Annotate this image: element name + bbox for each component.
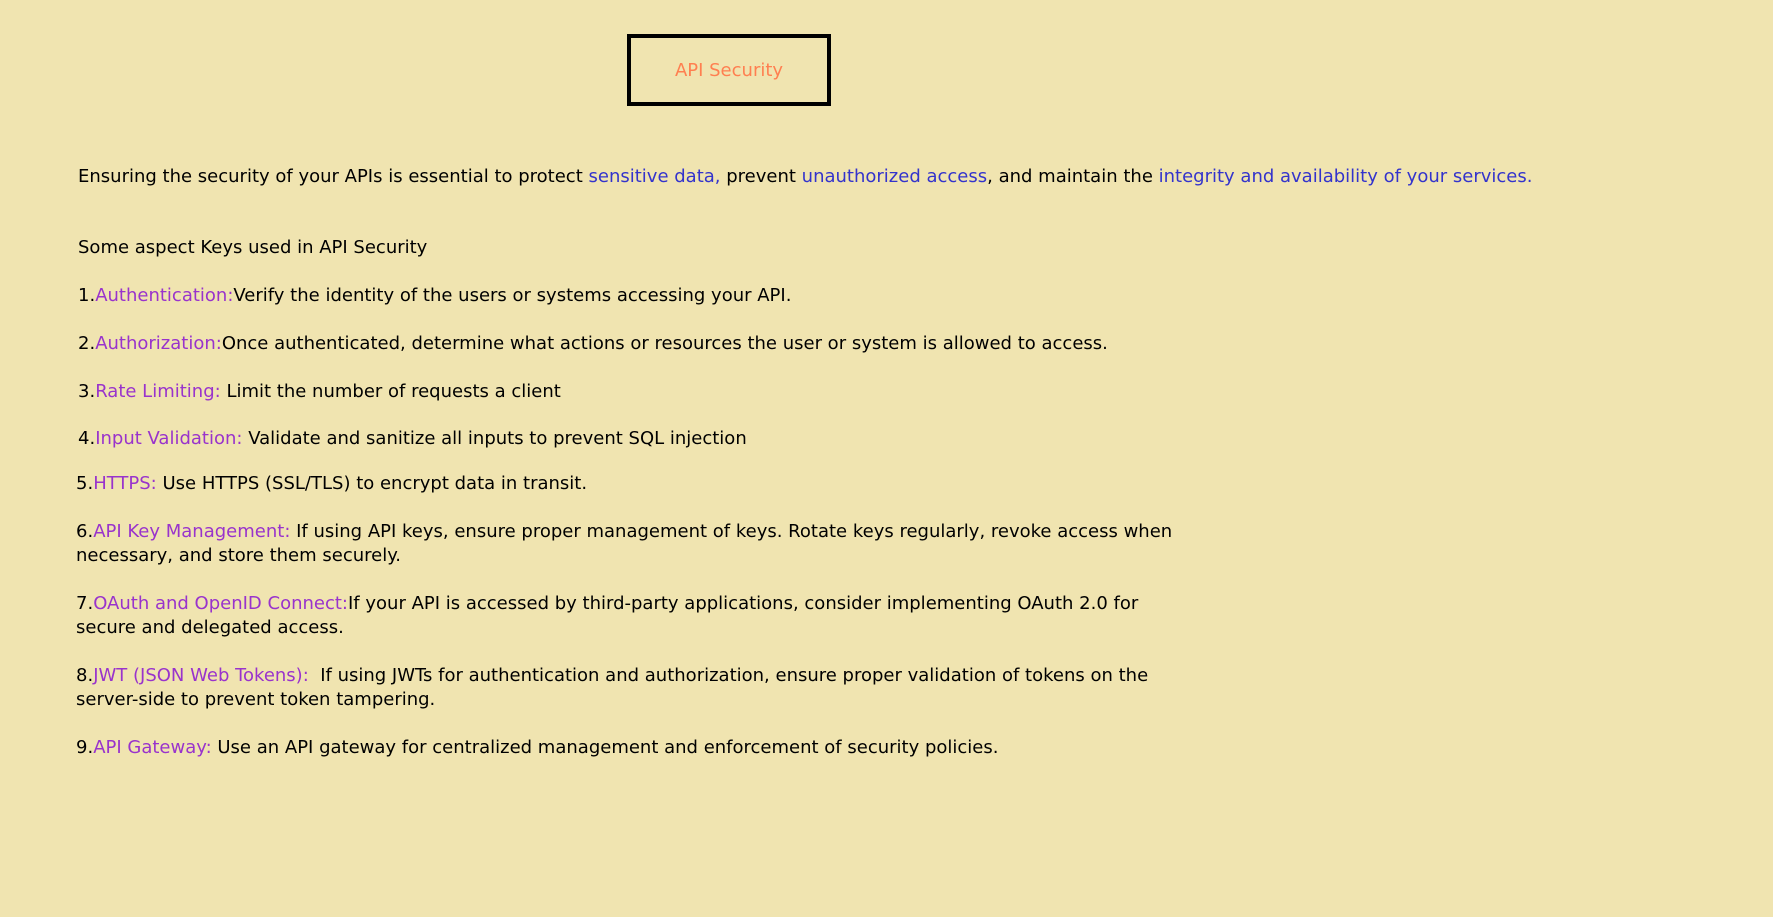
item-number: 6. — [76, 521, 94, 542]
item-description: If using API keys, ensure proper managem… — [290, 521, 1173, 542]
item-number: 3. — [78, 381, 96, 402]
intro-paragraph: Ensuring the security of your APIs is es… — [78, 165, 1532, 189]
item-term: Authorization: — [95, 333, 222, 354]
list-item-api-gateway: 9.API Gateway: Use an API gateway for ce… — [76, 736, 998, 760]
list-item-continuation: server-side to prevent token tampering. — [76, 689, 436, 710]
item-number: 8. — [76, 665, 94, 686]
item-term: Rate Limiting: — [95, 381, 221, 402]
item-description: If using JWTs for authentication and aut… — [308, 665, 1149, 686]
intro-text-2: prevent — [720, 166, 802, 187]
list-item-jwt: 8.JWT (JSON Web Tokens): If using JWTs f… — [76, 664, 1148, 688]
item-number: 4. — [78, 428, 96, 449]
page-title: API Security — [674, 59, 784, 81]
intro-highlight-integrity: integrity and availability of your servi… — [1158, 166, 1533, 187]
item-description: Verify the identity of the users or syst… — [233, 285, 792, 306]
item-number: 1. — [78, 285, 96, 306]
intro-text-1: Ensuring the security of your APIs is es… — [78, 166, 589, 187]
item-description: Validate and sanitize all inputs to prev… — [242, 428, 747, 449]
item-description: Use HTTPS (SSL/TLS) to encrypt data in t… — [156, 473, 588, 494]
list-item-authentication: 1.Authentication:Verify the identity of … — [78, 284, 791, 308]
intro-highlight-sensitive-data: sensitive data, — [588, 166, 721, 187]
intro-highlight-unauthorized-access: unauthorized access — [801, 166, 988, 187]
item-number: 9. — [76, 737, 94, 758]
list-item-rate-limiting: 3.Rate Limiting: Limit the number of req… — [78, 380, 561, 404]
list-item-authorization: 2.Authorization:Once authenticated, dete… — [78, 332, 1108, 356]
subheading: Some aspect Keys used in API Security — [78, 237, 428, 258]
item-description: Once authenticated, determine what actio… — [221, 333, 1108, 354]
intro-text-3: , and maintain the — [987, 166, 1159, 187]
item-term: Authentication: — [95, 285, 234, 306]
list-item-https: 5.HTTPS: Use HTTPS (SSL/TLS) to encrypt … — [76, 472, 587, 496]
item-number: 5. — [76, 473, 94, 494]
title-box: API Security — [627, 34, 831, 106]
item-term: Input Validation: — [95, 428, 243, 449]
item-term: OAuth and OpenID Connect: — [93, 593, 348, 614]
item-description: Limit the number of requests a client — [220, 381, 561, 402]
item-description: If your API is accessed by third-party a… — [348, 593, 1139, 614]
list-item-api-key-management: 6.API Key Management: If using API keys,… — [76, 520, 1172, 544]
item-term: JWT (JSON Web Tokens): — [93, 665, 309, 686]
item-term: HTTPS: — [93, 473, 157, 494]
item-number: 2. — [78, 333, 96, 354]
item-number: 7. — [76, 593, 94, 614]
list-item-continuation: secure and delegated access. — [76, 617, 344, 638]
item-term: API Gateway: — [93, 737, 212, 758]
list-item-input-validation: 4.Input Validation: Validate and sanitiz… — [78, 427, 747, 451]
list-item-continuation: necessary, and store them securely. — [76, 545, 402, 566]
item-term: API Key Management: — [93, 521, 291, 542]
list-item-oauth: 7.OAuth and OpenID Connect:If your API i… — [76, 592, 1138, 616]
item-description: Use an API gateway for centralized manag… — [211, 737, 999, 758]
